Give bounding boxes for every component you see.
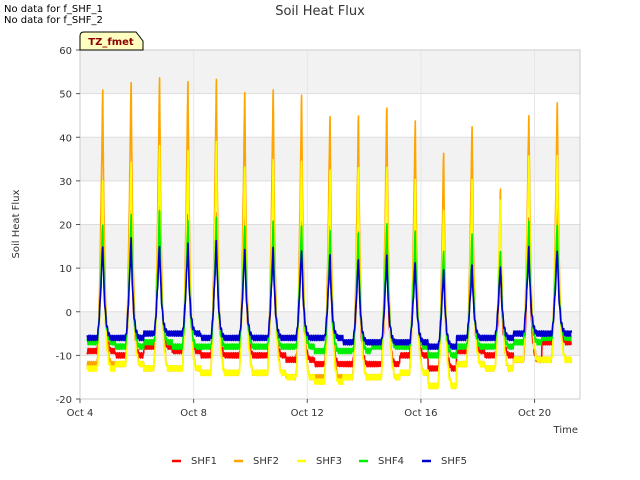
y-tick-label: 20 [59,221,72,232]
legend-label-shf3: SHF3 [316,456,342,467]
x-tick-label: Oct 16 [404,408,437,419]
x-tick-label: Oct 12 [291,408,324,419]
plot-band [80,50,580,94]
y-tick-label: 40 [59,133,72,144]
tz-label-box: TZ_fmet [79,31,144,51]
y-tick-label: 10 [59,264,72,275]
x-tick-label: Oct 20 [518,408,551,419]
y-tick-label: 0 [66,308,72,319]
y-tick-label: 30 [59,177,72,188]
y-tick-label: -10 [56,351,72,362]
tz-label: TZ_fmet [88,37,134,48]
legend: SHF1 SHF2 SHF3 SHF4 SHF5 [172,456,467,467]
legend-label-shf5: SHF5 [441,456,467,467]
legend-label-shf1: SHF1 [191,456,217,467]
y-tick-label: 50 [59,90,72,101]
x-axis-label: Time [553,425,578,436]
legend-label-shf2: SHF2 [253,456,279,467]
x-tick-label: Oct 4 [67,408,94,419]
y-tick-label: -20 [56,395,72,406]
chart-title: Soil Heat Flux [275,4,365,19]
x-tick-label: Oct 8 [180,408,207,419]
legend-label-shf4: SHF4 [378,456,404,467]
y-tick-label: 60 [59,46,72,57]
y-axis-label: Soil Heat Flux [11,189,22,258]
soil-heat-flux-chart: Soil Heat Flux -20 -10 0 10 20 30 40 50 60 Oct 4 O… [11,4,581,467]
